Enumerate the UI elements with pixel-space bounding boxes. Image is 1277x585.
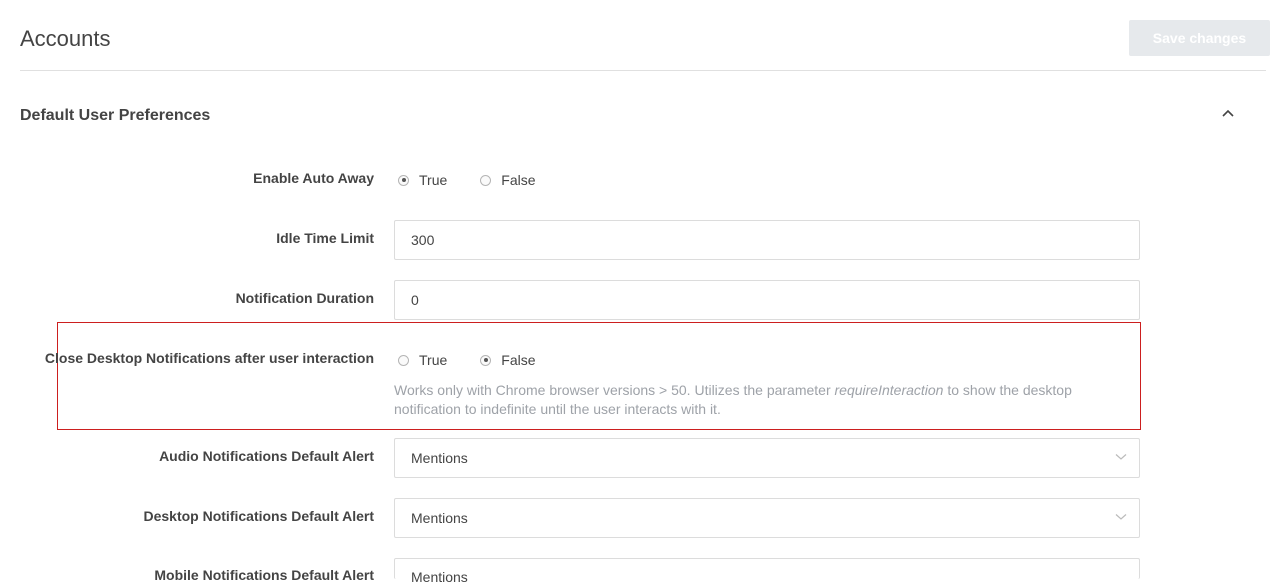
enable-auto-away-false-radio[interactable]: False bbox=[480, 172, 536, 188]
notification-duration-label: Notification Duration bbox=[235, 290, 374, 306]
radio-checked-icon[interactable] bbox=[398, 174, 409, 186]
header-divider bbox=[20, 70, 1266, 71]
close-desktop-notifications-hint: Works only with Chrome browser versions … bbox=[394, 381, 1094, 419]
desktop-notifications-select[interactable]: Mentions bbox=[394, 498, 1140, 538]
notification-duration-value: 0 bbox=[411, 292, 419, 308]
mobile-notifications-select[interactable]: Mentions bbox=[394, 558, 1140, 585]
audio-notifications-select[interactable]: Mentions bbox=[394, 438, 1140, 478]
desktop-notifications-value: Mentions bbox=[411, 510, 468, 526]
radio-label: False bbox=[501, 352, 536, 368]
idle-time-limit-input[interactable]: 300 bbox=[394, 220, 1140, 260]
enable-auto-away-true-radio[interactable]: True bbox=[398, 172, 447, 188]
close-desktop-notifications-true-radio[interactable]: True bbox=[398, 352, 447, 368]
radio-label: True bbox=[419, 352, 448, 368]
chevron-down-icon bbox=[1115, 454, 1127, 460]
save-changes-button[interactable]: Save changes bbox=[1129, 20, 1270, 56]
hint-parameter: requireInteraction bbox=[834, 382, 944, 398]
enable-auto-away-radio-group: True False bbox=[398, 172, 536, 188]
mobile-notifications-value: Mentions bbox=[411, 569, 468, 585]
page-title: Accounts bbox=[20, 26, 111, 51]
desktop-notifications-label: Desktop Notifications Default Alert bbox=[143, 508, 374, 524]
audio-notifications-value: Mentions bbox=[411, 450, 468, 466]
radio-label: True bbox=[419, 172, 448, 188]
radio-unchecked-icon[interactable] bbox=[480, 174, 492, 186]
idle-time-limit-label: Idle Time Limit bbox=[276, 230, 374, 246]
close-desktop-notifications-label: Close Desktop Notifications after user i… bbox=[44, 350, 374, 366]
chevron-down-icon bbox=[1115, 514, 1127, 520]
hint-text: Works only with Chrome browser versions … bbox=[394, 382, 835, 398]
radio-label: False bbox=[501, 172, 536, 188]
mobile-notifications-label: Mobile Notifications Default Alert bbox=[154, 567, 374, 583]
audio-notifications-label: Audio Notifications Default Alert bbox=[159, 448, 374, 464]
chevron-up-icon[interactable] bbox=[1219, 106, 1237, 120]
close-desktop-notifications-radio-group: True False bbox=[398, 352, 536, 368]
idle-time-limit-value: 300 bbox=[411, 232, 435, 248]
close-desktop-notifications-false-radio[interactable]: False bbox=[480, 352, 536, 368]
notification-duration-input[interactable]: 0 bbox=[394, 280, 1140, 320]
radio-unchecked-icon[interactable] bbox=[398, 354, 409, 366]
section-title: Default User Preferences bbox=[20, 107, 211, 124]
enable-auto-away-label: Enable Auto Away bbox=[253, 170, 374, 186]
radio-checked-icon[interactable] bbox=[480, 354, 492, 366]
